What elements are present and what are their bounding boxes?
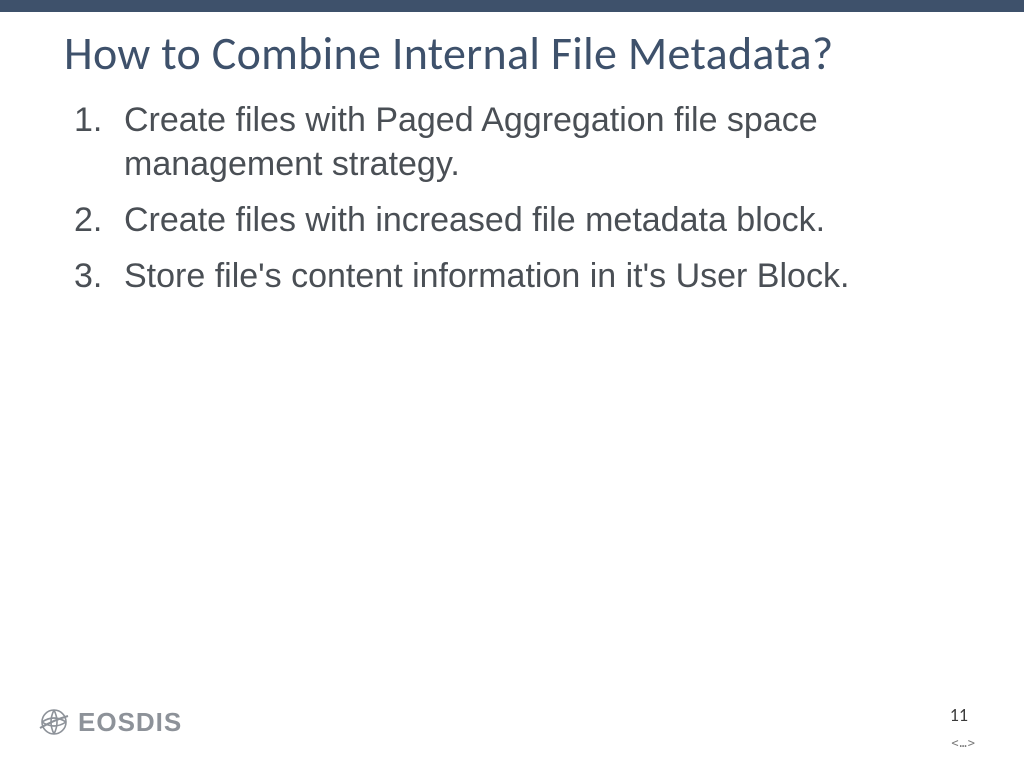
top-accent-bar [0,0,1024,12]
nav-marker: <…> [951,736,976,750]
list-item: Create files with Paged Aggregation file… [64,98,960,186]
slide-content: How to Combine Internal File Metadata? C… [0,12,1024,298]
list-item: Create files with increased file metadat… [64,198,960,242]
logo-text: EOSDIS [78,707,182,738]
page-number: 11 [950,704,968,726]
logo: EOSDIS [38,706,182,738]
slide-title: How to Combine Internal File Metadata? [64,26,960,84]
list-item: Store file's content information in it's… [64,254,960,298]
steps-list: Create files with Paged Aggregation file… [64,98,960,299]
globe-icon [38,706,70,738]
